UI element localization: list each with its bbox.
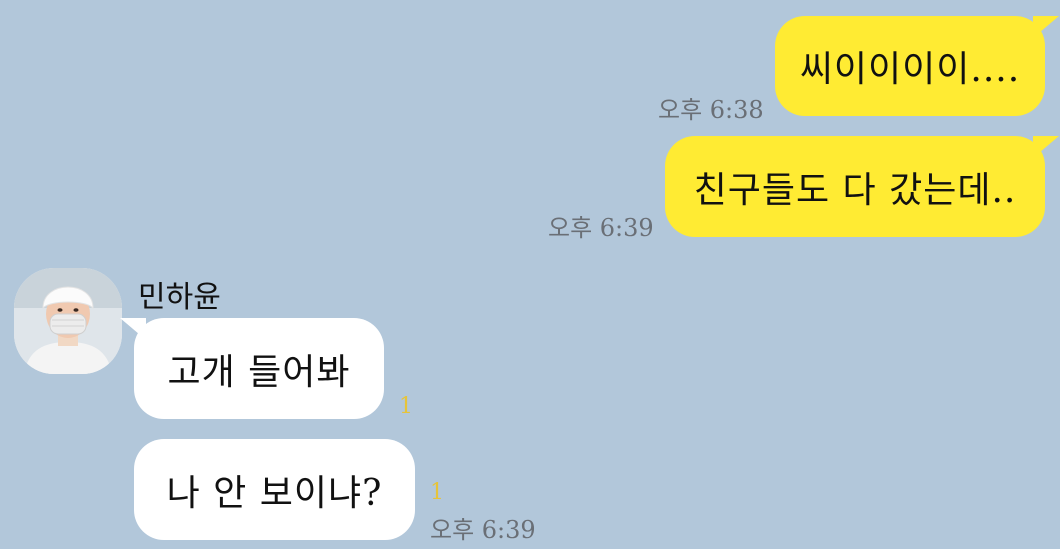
message-time: 오후 6:39 — [548, 214, 654, 242]
bubble-tail — [1033, 16, 1059, 38]
outgoing-message-bubble[interactable]: 친구들도 다 갔는데.. — [665, 136, 1059, 237]
outgoing-message-bubble[interactable]: 씨이이이이.... — [775, 16, 1059, 116]
message-text: 나 안 보이냐? — [166, 472, 383, 514]
incoming-message-bubble[interactable]: 나 안 보이냐? — [134, 439, 415, 540]
chat-room: 오후 6:38 씨이이이이.... 오후 6:39 친구들도 다 갔는데.. 민… — [0, 0, 1060, 549]
bubble-tail — [1033, 136, 1059, 158]
profile-photo-icon — [14, 268, 122, 374]
sender-avatar[interactable] — [14, 268, 122, 374]
message-text: 고개 들어봐 — [167, 351, 351, 393]
unread-count: 1 — [430, 480, 444, 505]
sender-name: 민하윤 — [138, 280, 221, 315]
message-text: 씨이이이이.... — [799, 49, 1021, 90]
message-text: 친구들도 다 갔는데.. — [693, 169, 1017, 211]
bubble-tail — [120, 318, 146, 340]
message-time: 오후 6:39 — [430, 516, 536, 544]
incoming-message-bubble[interactable]: 고개 들어봐 — [120, 318, 384, 419]
unread-count: 1 — [399, 394, 413, 419]
message-time: 오후 6:38 — [658, 96, 764, 124]
